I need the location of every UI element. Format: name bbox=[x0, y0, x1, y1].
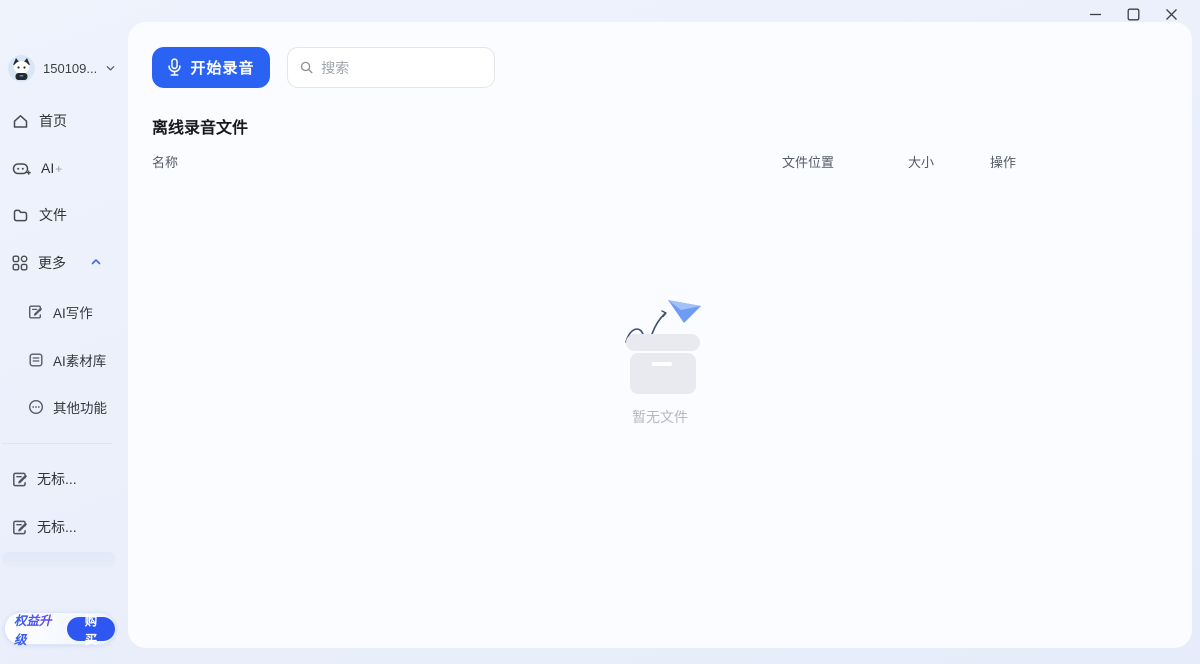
sidebar-item-label: 更多 bbox=[38, 253, 66, 273]
main-content-card: 开始录音 离线录音文件 名称 文件位置 大小 操作 暂无文件 bbox=[128, 22, 1192, 648]
microphone-icon bbox=[167, 58, 182, 77]
sidebar-item-files[interactable]: 文件 bbox=[12, 202, 67, 228]
empty-state: 暂无文件 bbox=[600, 296, 720, 427]
recent-file-label: 无标... bbox=[37, 469, 77, 489]
upgrade-label: 权益升级 bbox=[14, 610, 62, 648]
sidebar-item-ai[interactable]: AI+ bbox=[12, 155, 62, 181]
doc-edit-icon bbox=[12, 471, 29, 488]
sidebar-item-ai-writing[interactable]: AI写作 bbox=[28, 300, 93, 324]
recent-file-label: 无标... bbox=[37, 517, 77, 537]
user-name: 150109... bbox=[43, 61, 97, 76]
user-account-button[interactable]: 150109... bbox=[8, 54, 116, 82]
maximize-icon bbox=[1127, 8, 1140, 21]
library-icon bbox=[28, 352, 44, 368]
recent-file-item-partial[interactable] bbox=[2, 552, 116, 567]
robot-icon bbox=[12, 160, 31, 177]
doc-edit-icon bbox=[28, 304, 44, 320]
minimize-icon bbox=[1089, 8, 1102, 21]
sidebar-item-label: 文件 bbox=[39, 205, 67, 225]
table-header-name: 名称 bbox=[152, 152, 178, 171]
sidebar-item-label: AI+ bbox=[41, 160, 62, 176]
home-icon bbox=[12, 113, 29, 130]
sidebar-item-ai-library[interactable]: AI素材库 bbox=[28, 348, 106, 372]
sidebar-item-more[interactable]: 更多 bbox=[12, 250, 66, 276]
close-icon bbox=[1165, 8, 1178, 21]
page-title: 离线录音文件 bbox=[152, 114, 248, 138]
search-input[interactable] bbox=[321, 60, 482, 76]
table-header-size: 大小 bbox=[908, 152, 934, 171]
chevron-up-icon[interactable] bbox=[90, 256, 102, 268]
buy-button[interactable]: 购买 bbox=[67, 617, 115, 641]
empty-state-text: 暂无文件 bbox=[632, 407, 688, 427]
sidebar-item-label: 其他功能 bbox=[53, 397, 107, 417]
sidebar-divider bbox=[2, 443, 112, 444]
chevron-down-icon bbox=[105, 63, 116, 74]
ai-plus-suffix: + bbox=[55, 162, 62, 176]
recent-file-item[interactable]: 无标... bbox=[12, 514, 77, 540]
folder-icon bbox=[12, 207, 29, 224]
sidebar-item-other-features[interactable]: 其他功能 bbox=[28, 395, 107, 419]
sidebar-item-label: 首页 bbox=[39, 111, 67, 131]
recent-file-item[interactable]: 无标... bbox=[12, 466, 77, 492]
table-header-location: 文件位置 bbox=[782, 152, 834, 171]
doc-edit-icon bbox=[12, 519, 29, 536]
sidebar-item-label: AI素材库 bbox=[53, 350, 106, 370]
empty-box-illustration bbox=[600, 296, 720, 401]
sidebar-item-home[interactable]: 首页 bbox=[12, 108, 67, 134]
more-circle-icon bbox=[28, 399, 44, 415]
avatar bbox=[8, 55, 35, 82]
sidebar-item-label: AI写作 bbox=[53, 302, 93, 322]
start-recording-button[interactable]: 开始录音 bbox=[152, 47, 270, 88]
search-icon bbox=[300, 60, 313, 75]
sidebar: 150109... 首页 AI+ 文件 更多 bbox=[0, 0, 128, 664]
upgrade-banner: 权益升级 购买 bbox=[4, 612, 116, 645]
table-header-actions: 操作 bbox=[990, 152, 1016, 171]
grid-icon bbox=[12, 255, 28, 271]
search-box bbox=[287, 47, 495, 88]
start-recording-label: 开始录音 bbox=[190, 57, 254, 78]
